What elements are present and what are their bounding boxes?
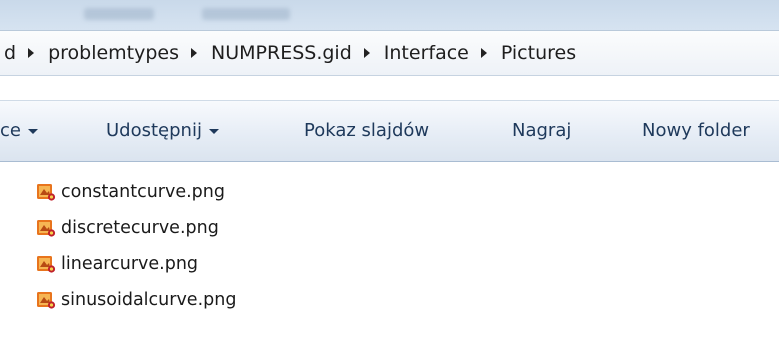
breadcrumb-item[interactable]: d: [2, 42, 18, 64]
organize-menu-button[interactable]: ce: [0, 101, 38, 161]
png-image-icon: [36, 218, 56, 238]
chevron-down-icon: [208, 128, 219, 134]
file-list: constantcurve.png discretecurve.png line…: [36, 174, 236, 318]
list-item[interactable]: constantcurve.png: [36, 174, 236, 210]
png-image-icon: [36, 182, 56, 202]
chevron-down-icon: [27, 128, 38, 134]
breadcrumb-item-current[interactable]: Pictures: [499, 42, 578, 64]
breadcrumb-item[interactable]: NUMPRESS.gid: [209, 42, 354, 64]
share-menu-button[interactable]: Udostępnij: [106, 101, 219, 161]
file-name: linearcurve.png: [61, 254, 199, 274]
png-image-icon: [36, 290, 56, 310]
file-name: discretecurve.png: [61, 218, 219, 238]
list-item[interactable]: sinusoidalcurve.png: [36, 282, 236, 318]
slideshow-button[interactable]: Pokaz slajdów: [304, 101, 429, 161]
list-item[interactable]: discretecurve.png: [36, 210, 236, 246]
file-name: constantcurve.png: [61, 182, 225, 202]
breadcrumb-item[interactable]: problemtypes: [46, 42, 181, 64]
breadcrumb-arrow-icon[interactable]: [363, 48, 370, 58]
burn-label: Nagraj: [512, 120, 572, 141]
breadcrumb-arrow-icon[interactable]: [191, 48, 198, 58]
address-bar[interactable]: d problemtypes NUMPRESS.gid Interface Pi…: [0, 30, 779, 76]
slideshow-label: Pokaz slajdów: [304, 120, 430, 141]
breadcrumb-arrow-icon[interactable]: [480, 48, 487, 58]
png-image-icon: [36, 254, 56, 274]
background-window-chrome: [0, 0, 779, 30]
blurred-background-text: [84, 8, 154, 20]
breadcrumb: d problemtypes NUMPRESS.gid Interface Pi…: [2, 31, 578, 75]
share-menu-label: Udostępnij: [106, 120, 202, 141]
file-name: sinusoidalcurve.png: [61, 290, 237, 310]
breadcrumb-item[interactable]: Interface: [382, 42, 471, 64]
organize-menu-label: ce: [0, 120, 21, 141]
new-folder-button[interactable]: Nowy folder: [642, 101, 750, 161]
blurred-background-text: [202, 8, 290, 20]
new-folder-label: Nowy folder: [642, 120, 750, 141]
command-toolbar: ce Udostępnij Pokaz slajdów Nagraj Nowy …: [0, 100, 779, 162]
breadcrumb-arrow-icon[interactable]: [28, 48, 35, 58]
burn-button[interactable]: Nagraj: [512, 101, 571, 161]
list-item[interactable]: linearcurve.png: [36, 246, 236, 282]
